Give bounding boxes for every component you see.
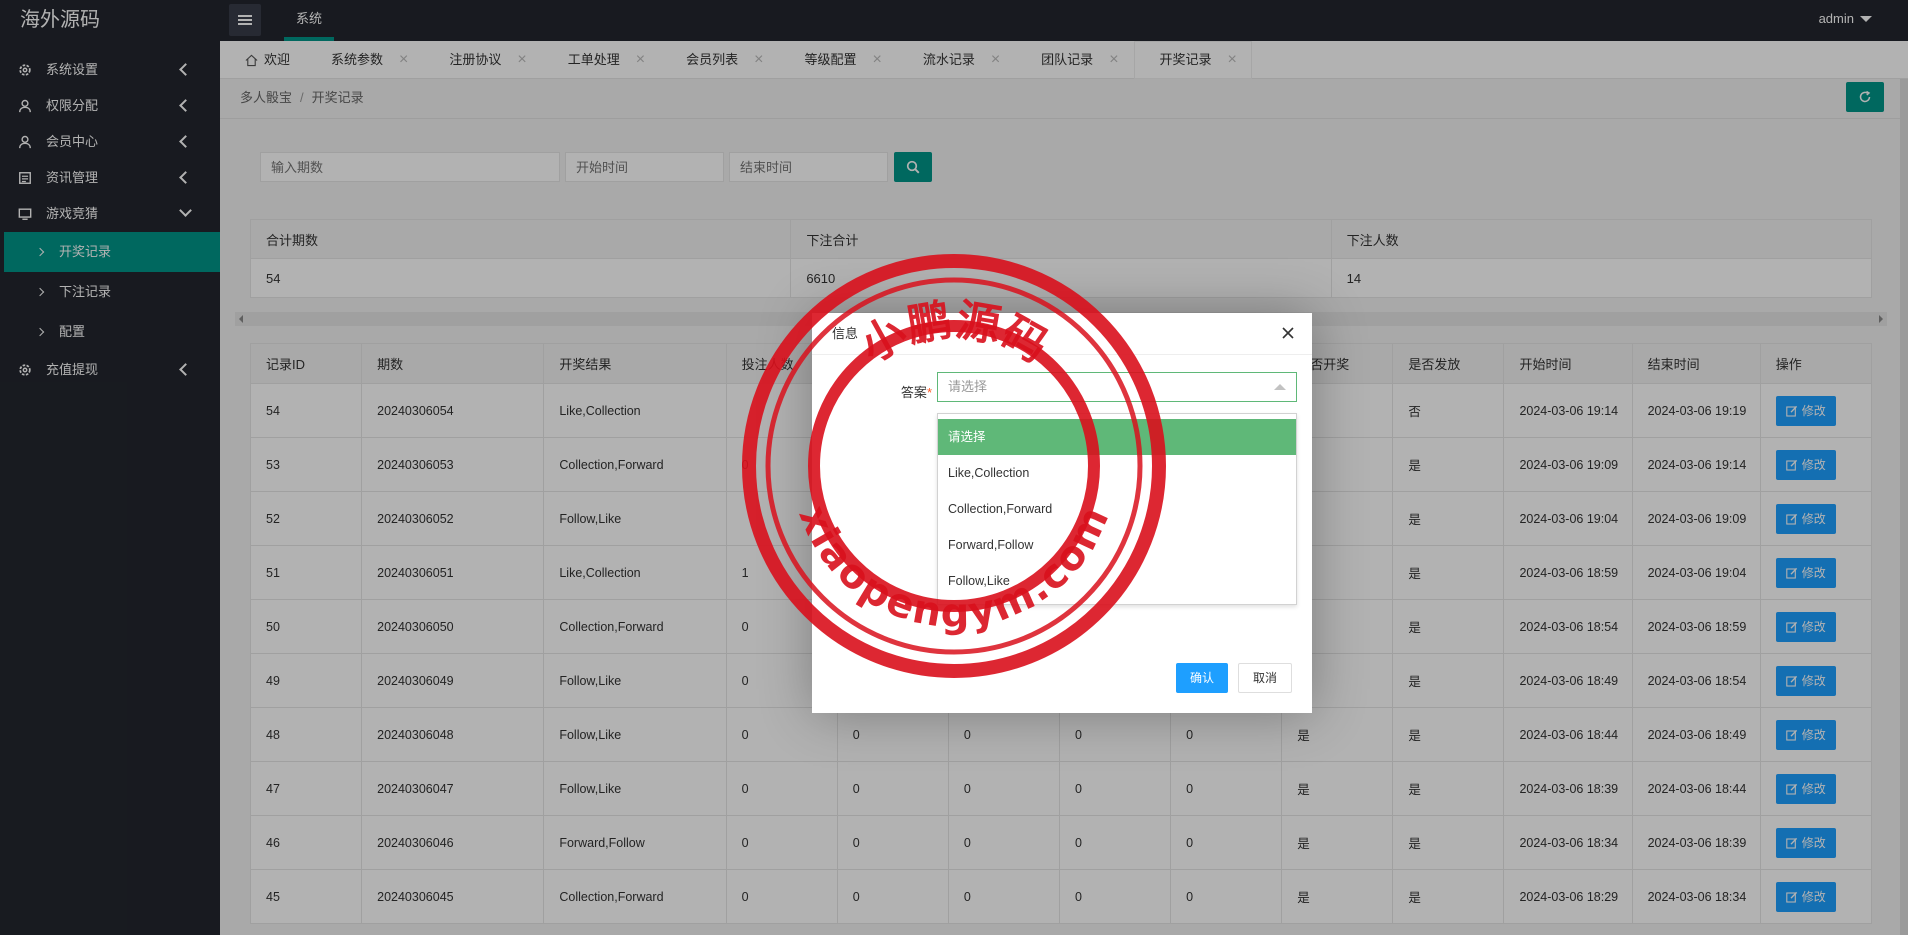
answer-select[interactable]: 请选择 [937, 372, 1297, 402]
required-mark: * [926, 385, 932, 400]
answer-label: 答案* [832, 382, 932, 401]
answer-label-text: 答案 [900, 385, 927, 400]
confirm-button[interactable]: 确认 [1175, 663, 1228, 693]
caret-up-icon [1274, 384, 1286, 390]
select-placeholder: 请选择 [948, 379, 988, 394]
option-follow-like[interactable]: Follow,Like [938, 563, 1296, 599]
answer-options-dropdown: 请选择 Like,Collection Collection,Forward F… [937, 413, 1297, 605]
dialog-title: 信息 [812, 313, 1312, 355]
close-icon[interactable] [1280, 325, 1296, 341]
option-like-collection[interactable]: Like,Collection [938, 455, 1296, 491]
info-dialog: 信息 答案* 请选择 请选择 Like,Collection Collectio… [812, 313, 1312, 713]
dialog-buttons: 确认 取消 [1175, 663, 1292, 693]
option-collection-forward[interactable]: Collection,Forward [938, 491, 1296, 527]
option-please-select[interactable]: 请选择 [938, 419, 1296, 455]
cancel-button[interactable]: 取消 [1237, 663, 1292, 693]
option-forward-follow[interactable]: Forward,Follow [938, 527, 1296, 563]
